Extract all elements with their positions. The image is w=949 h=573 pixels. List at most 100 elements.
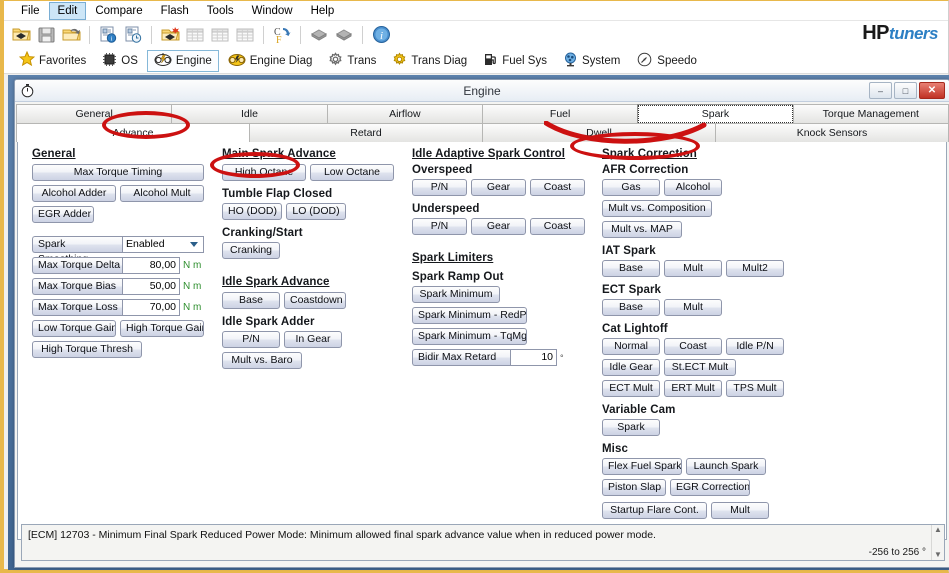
- menu-help[interactable]: Help: [302, 2, 344, 20]
- btn-low-torque-gain[interactable]: Low Torque Gain: [32, 320, 116, 337]
- btn-spark-minimum-redpwr[interactable]: Spark Minimum - RedPwr: [412, 307, 527, 324]
- bidir-max-retard-value[interactable]: 10: [510, 349, 557, 366]
- btn-mult-vs-baro[interactable]: Mult vs. Baro: [222, 352, 302, 369]
- ribbon-item-trans[interactable]: Trans: [321, 50, 383, 72]
- btn-low-octane[interactable]: Low Octane: [310, 164, 394, 181]
- menu-edit[interactable]: Edit: [48, 1, 87, 20]
- tab-airflow[interactable]: Airflow: [326, 104, 483, 123]
- maximize-button[interactable]: □: [894, 82, 917, 99]
- btn-max-torque-timing[interactable]: Max Torque Timing: [32, 164, 204, 181]
- child-window-titlebar[interactable]: Engine – □ ✕: [15, 80, 949, 102]
- open-flash-icon[interactable]: [159, 24, 181, 46]
- bidir-max-retard-field[interactable]: Bidir Max Retard 10 °: [412, 349, 596, 366]
- btn-flex-fuel-spark[interactable]: Flex Fuel Spark: [602, 458, 682, 475]
- tab-knock-sensors[interactable]: Knock Sensors: [715, 123, 949, 142]
- btn-ect-base[interactable]: Base: [602, 299, 660, 316]
- btn-spark-minimum-tqmgt[interactable]: Spark Minimum - TqMgt: [412, 328, 527, 345]
- btn-iat-mult[interactable]: Mult: [664, 260, 722, 277]
- btn-mult-vs-map[interactable]: Mult vs. MAP: [602, 221, 682, 238]
- open-folder-icon[interactable]: [10, 24, 32, 46]
- max-torque-loss-field[interactable]: Max Torque Loss 70,00 N m: [32, 299, 216, 316]
- btn-high-torque-gain[interactable]: High Torque Gain: [120, 320, 204, 337]
- save-disk-icon[interactable]: [35, 24, 57, 46]
- spark-smoothing-value[interactable]: Enabled: [122, 236, 204, 253]
- chevron-down-icon[interactable]: [190, 242, 198, 247]
- diamond-gray-2-icon[interactable]: [333, 24, 355, 46]
- units-convert-icon[interactable]: C F: [271, 24, 293, 46]
- btn-idle-adder-in-gear[interactable]: In Gear: [284, 331, 342, 348]
- btn-ho-dod[interactable]: HO (DOD): [222, 203, 282, 220]
- tab-idle[interactable]: Idle: [171, 104, 328, 123]
- btn-mult-vs-composition[interactable]: Mult vs. Composition: [602, 200, 712, 217]
- ribbon-item-favorites[interactable]: Favorites: [12, 50, 93, 72]
- btn-idle-adder-pn[interactable]: P/N: [222, 331, 280, 348]
- btn-underspeed-coast[interactable]: Coast: [530, 218, 585, 235]
- minimize-button[interactable]: –: [869, 82, 892, 99]
- table-grid-3-icon[interactable]: [234, 24, 256, 46]
- btn-cranking[interactable]: Cranking: [222, 242, 280, 259]
- btn-alcohol-mult[interactable]: Alcohol Mult: [120, 185, 204, 202]
- tab-general[interactable]: General: [16, 104, 173, 123]
- btn-underspeed-gear[interactable]: Gear: [471, 218, 526, 235]
- info-icon[interactable]: i: [370, 24, 392, 46]
- ribbon-item-engine[interactable]: Engine: [146, 49, 219, 72]
- btn-iat-mult2[interactable]: Mult2: [726, 260, 784, 277]
- btn-cat-normal[interactable]: Normal: [602, 338, 660, 355]
- btn-high-torque-thresh[interactable]: High Torque Thresh: [32, 341, 142, 358]
- btn-cat-idle-gear[interactable]: Idle Gear: [602, 359, 660, 376]
- tab-fuel[interactable]: Fuel: [481, 104, 639, 123]
- max-torque-bias-field[interactable]: Max Torque Bias 50,00 N m: [32, 278, 216, 295]
- max-torque-bias-value[interactable]: 50,00: [122, 278, 180, 295]
- tab-dwell[interactable]: Dwell: [482, 123, 716, 142]
- description-scrollbar[interactable]: ▲ ▼: [931, 525, 944, 560]
- btn-afr-alcohol[interactable]: Alcohol: [664, 179, 722, 196]
- tab-advance[interactable]: Advance: [16, 123, 250, 142]
- compare-info-icon[interactable]: i: [97, 24, 119, 46]
- menu-tools[interactable]: Tools: [198, 2, 243, 20]
- btn-cat-st-ect-mult[interactable]: St.ECT Mult: [664, 359, 736, 376]
- btn-iat-base[interactable]: Base: [602, 260, 660, 277]
- btn-cat-coast[interactable]: Coast: [664, 338, 722, 355]
- table-grid-1-icon[interactable]: [184, 24, 206, 46]
- btn-underspeed-pn[interactable]: P/N: [412, 218, 467, 235]
- btn-overspeed-pn[interactable]: P/N: [412, 179, 467, 196]
- btn-lo-dod[interactable]: LO (DOD): [286, 203, 346, 220]
- btn-spark-minimum[interactable]: Spark Minimum: [412, 286, 500, 303]
- ribbon-item-system[interactable]: System: [556, 50, 627, 72]
- btn-egr-adder[interactable]: EGR Adder: [32, 206, 94, 223]
- btn-misc-mult[interactable]: Mult: [711, 502, 769, 519]
- scroll-up-icon[interactable]: ▲: [934, 526, 942, 534]
- btn-idle-coastdown[interactable]: Coastdown: [284, 292, 346, 309]
- btn-ect-mult[interactable]: Mult: [664, 299, 722, 316]
- spark-smoothing-combo[interactable]: Spark Smoothing Enabled: [32, 236, 216, 265]
- ribbon-item-speedo[interactable]: Speedo: [629, 50, 704, 72]
- btn-high-octane[interactable]: High Octane: [222, 164, 306, 181]
- btn-launch-spark[interactable]: Launch Spark: [686, 458, 766, 475]
- menu-compare[interactable]: Compare: [86, 2, 151, 20]
- ribbon-item-fuel-sys[interactable]: Fuel Sys: [476, 50, 554, 72]
- btn-piston-slap[interactable]: Piston Slap: [602, 479, 666, 496]
- menu-window[interactable]: Window: [243, 2, 302, 20]
- btn-cat-tps-mult[interactable]: TPS Mult: [726, 380, 784, 397]
- diamond-gray-icon[interactable]: [308, 24, 330, 46]
- btn-cat-ect-mult[interactable]: ECT Mult: [602, 380, 660, 397]
- tab-retard[interactable]: Retard: [249, 123, 483, 142]
- btn-cat-ert-mult[interactable]: ERT Mult: [664, 380, 722, 397]
- btn-egr-correction[interactable]: EGR Correction: [670, 479, 750, 496]
- close-button[interactable]: ✕: [919, 82, 945, 99]
- btn-startup-flare-cont[interactable]: Startup Flare Cont.: [602, 502, 707, 519]
- menu-file[interactable]: File: [12, 2, 49, 20]
- menu-flash[interactable]: Flash: [152, 2, 198, 20]
- btn-alcohol-adder[interactable]: Alcohol Adder: [32, 185, 116, 202]
- ribbon-item-trans-diag[interactable]: Trans Diag: [385, 50, 474, 72]
- btn-afr-gas[interactable]: Gas: [602, 179, 660, 196]
- scroll-down-icon[interactable]: ▼: [934, 551, 942, 559]
- max-torque-loss-value[interactable]: 70,00: [122, 299, 180, 316]
- ribbon-item-engine-diag[interactable]: Engine Diag: [221, 50, 320, 72]
- table-grid-2-icon[interactable]: [209, 24, 231, 46]
- btn-cat-idle-pn[interactable]: Idle P/N: [726, 338, 784, 355]
- btn-overspeed-gear[interactable]: Gear: [471, 179, 526, 196]
- btn-overspeed-coast[interactable]: Coast: [530, 179, 585, 196]
- tab-spark[interactable]: Spark: [637, 104, 794, 123]
- open-recent-icon[interactable]: [60, 24, 82, 46]
